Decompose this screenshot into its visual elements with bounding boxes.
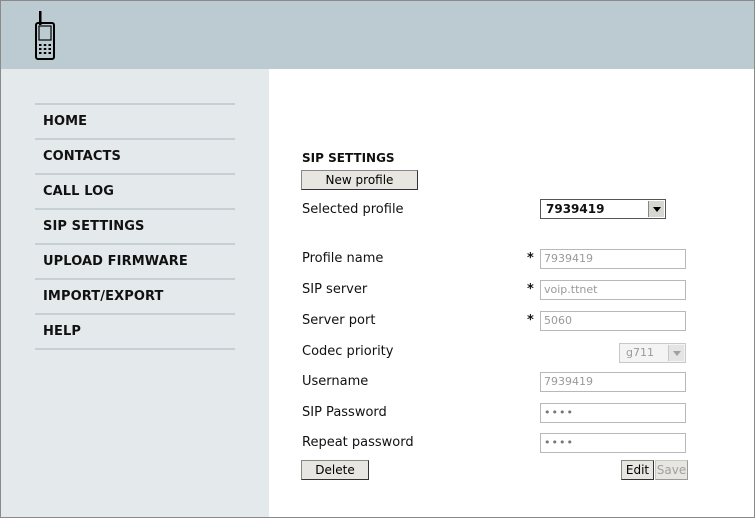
nav-item-call-log[interactable]: CALL LOG: [35, 173, 235, 208]
nav-item-upload-firmware[interactable]: UPLOAD FIRMWARE: [35, 243, 235, 278]
server-port-label: Server port: [302, 313, 376, 328]
header-bar: [1, 1, 754, 69]
username-field[interactable]: 7939419: [540, 372, 686, 392]
main-content: SIP SETTINGS New profile Selected profil…: [269, 69, 754, 517]
required-marker: *: [527, 313, 534, 328]
profile-name-label: Profile name: [302, 251, 384, 266]
repeat-password-label: Repeat password: [302, 435, 414, 450]
sip-server-label: SIP server: [302, 282, 368, 297]
app-frame: HOME CONTACTS CALL LOG SIP SETTINGS UPLO…: [0, 0, 755, 518]
edit-button[interactable]: Edit: [621, 460, 654, 480]
codec-priority-select[interactable]: g711: [619, 343, 686, 363]
repeat-password-field[interactable]: ••••: [540, 433, 686, 453]
new-profile-button[interactable]: New profile: [301, 170, 418, 190]
selected-profile-select[interactable]: 7939419: [540, 199, 666, 219]
sip-password-label: SIP Password: [302, 405, 387, 420]
nav-item-help[interactable]: HELP: [35, 313, 235, 348]
codec-priority-value: g711: [626, 346, 654, 359]
dropdown-arrow-icon[interactable]: [648, 201, 664, 217]
nav-item-contacts[interactable]: CONTACTS: [35, 138, 235, 173]
sip-password-field[interactable]: ••••: [540, 403, 686, 423]
nav-item-home[interactable]: HOME: [35, 103, 235, 138]
required-marker: *: [527, 251, 534, 266]
dropdown-arrow-icon[interactable]: [668, 345, 684, 361]
selected-profile-label: Selected profile: [302, 202, 404, 217]
nav-item-import-export[interactable]: IMPORT/EXPORT: [35, 278, 235, 313]
codec-priority-label: Codec priority: [302, 344, 394, 359]
username-label: Username: [302, 374, 369, 389]
phone-icon: [35, 11, 55, 60]
delete-button[interactable]: Delete: [301, 460, 369, 480]
nav-item-sip-settings[interactable]: SIP SETTINGS: [35, 208, 235, 243]
required-marker: *: [527, 282, 534, 297]
server-port-field[interactable]: 5060: [540, 311, 686, 331]
sip-server-field[interactable]: voip.ttnet: [540, 280, 686, 300]
selected-profile-value: 7939419: [546, 202, 605, 216]
profile-name-field[interactable]: 7939419: [540, 249, 686, 269]
page-title: SIP SETTINGS: [302, 151, 395, 165]
nav-menu: HOME CONTACTS CALL LOG SIP SETTINGS UPLO…: [35, 103, 235, 350]
save-button[interactable]: Save: [655, 460, 688, 480]
